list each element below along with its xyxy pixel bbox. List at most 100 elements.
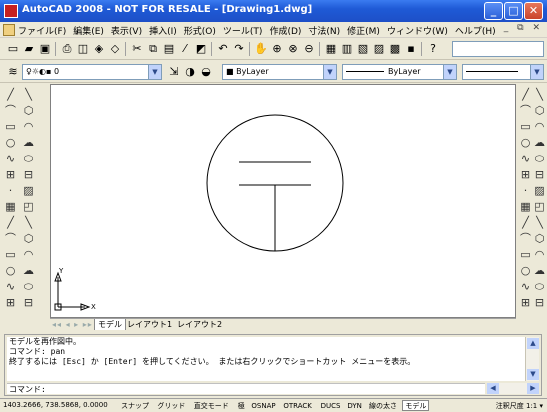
trim-icon[interactable]: ⬭ [533, 152, 546, 165]
erase-icon[interactable]: ╱ [519, 88, 532, 101]
trim-icon[interactable]: ⬭ [533, 280, 546, 293]
status-toggle[interactable]: DYN [344, 400, 365, 411]
plot-icon[interactable]: ⎙ [60, 42, 74, 56]
copy-clip-icon[interactable]: ⧉ [146, 42, 160, 56]
scale-icon[interactable]: ☁ [533, 264, 546, 277]
break-icon[interactable]: ⊟ [533, 168, 546, 181]
erase-icon[interactable]: ╱ [519, 216, 532, 229]
extend-icon[interactable]: ⊞ [519, 168, 532, 181]
ellipse-icon[interactable]: ☁ [22, 264, 35, 277]
chevron-down-icon[interactable]: ▼ [323, 65, 336, 79]
line-icon[interactable]: ╱ [4, 88, 17, 101]
chevron-down-icon[interactable]: ▼ [530, 65, 543, 79]
cut-icon[interactable]: ✂ [130, 42, 144, 56]
status-toggle[interactable]: グリッド [154, 400, 188, 411]
menu-item[interactable]: 表示(V) [111, 27, 142, 37]
annotation-scale[interactable]: 注釈尺度 1:1 ▾ [496, 401, 543, 411]
arc-icon[interactable]: ⬡ [22, 232, 35, 245]
scroll-down-icon[interactable]: ▼ [527, 369, 539, 380]
menu-item[interactable]: ウィンドウ(W) [387, 27, 448, 37]
markup-icon[interactable]: ▩ [388, 42, 402, 56]
close-button[interactable]: ✕ [524, 2, 543, 20]
make-block-icon[interactable]: ⬭ [22, 280, 35, 293]
chevron-down-icon[interactable]: ▼ [443, 65, 456, 79]
status-toggle[interactable]: スナップ [118, 400, 152, 411]
circle-icon[interactable]: ▭ [4, 248, 17, 261]
tab-model[interactable]: モデル [94, 319, 126, 330]
scroll-right-icon[interactable]: ▶ [527, 383, 539, 394]
rotate-icon[interactable]: ○ [519, 136, 532, 149]
polyline-icon[interactable]: ⌒ [4, 104, 17, 117]
scroll-up-icon[interactable]: ▲ [527, 338, 539, 349]
offset-icon[interactable]: ⬡ [533, 104, 546, 117]
pan-icon[interactable]: ✋ [254, 42, 268, 56]
status-toggle[interactable]: OTRACK [280, 400, 315, 411]
make-block-icon[interactable]: ⊟ [22, 168, 35, 181]
zoom-realtime-icon[interactable]: ⊕ [270, 42, 284, 56]
plot-preview-icon[interactable]: ◫ [76, 42, 90, 56]
save-icon[interactable]: ▣ [38, 42, 52, 56]
offset-icon[interactable]: ⬡ [533, 232, 546, 245]
workspace-combo[interactable] [452, 41, 544, 57]
make-current-layer-icon[interactable]: ⇲ [167, 65, 181, 79]
menu-item[interactable]: 寸法(N) [308, 27, 340, 37]
menu-item[interactable]: 作成(D) [269, 27, 301, 37]
hatch-icon[interactable]: ▨ [22, 184, 35, 197]
copy-icon[interactable]: ╲ [533, 88, 546, 101]
tab-layout1[interactable]: レイアウト1 [124, 319, 175, 330]
sheet-set-icon[interactable]: ▨ [372, 42, 386, 56]
revision-cloud-icon[interactable]: ☁ [22, 136, 35, 149]
scale-icon[interactable]: ☁ [533, 136, 546, 149]
maximize-button[interactable]: □ [504, 2, 523, 20]
polyline-icon[interactable]: ╱ [4, 216, 17, 229]
lineweight-combo[interactable]: ▼ [462, 64, 544, 80]
menu-item[interactable]: ヘルプ(H) [455, 27, 496, 37]
rectangle-icon[interactable]: ⌒ [4, 232, 17, 245]
status-toggle[interactable]: 極 [235, 400, 248, 411]
move-icon[interactable]: ◠ [533, 248, 546, 261]
open-icon[interactable]: ▰ [22, 42, 36, 56]
command-vertical-scrollbar[interactable]: ▲ ▼ [525, 337, 539, 381]
explode-icon[interactable]: ◰ [533, 200, 546, 213]
help-icon[interactable]: ? [426, 42, 440, 56]
paste-icon[interactable]: ▤ [162, 42, 176, 56]
coordinate-readout[interactable]: 1403.2666, 738.5868, 0.0000 [3, 401, 108, 409]
status-toggle[interactable]: 直交モード [191, 400, 232, 411]
move-icon[interactable]: ◠ [533, 120, 546, 133]
insert-block-icon[interactable]: ⊞ [4, 168, 17, 181]
menu-item[interactable]: 修正(M) [347, 27, 380, 37]
menu-item[interactable]: ファイル(F) [18, 27, 66, 37]
chevron-down-icon[interactable]: ▼ [148, 65, 161, 79]
hatch-icon[interactable]: ⊟ [22, 296, 35, 309]
menu-item[interactable]: 編集(E) [73, 27, 104, 37]
layer-previous-icon[interactable]: ◑ [183, 65, 197, 79]
stretch-icon[interactable]: ∿ [519, 152, 532, 165]
circle-icon[interactable]: ○ [4, 136, 17, 149]
fillet-icon[interactable]: ▦ [519, 200, 532, 213]
polygon-icon[interactable]: ╲ [22, 216, 35, 229]
arc-icon[interactable]: ◠ [22, 120, 35, 133]
stretch-icon[interactable]: ∿ [519, 280, 532, 293]
revision-cloud-icon[interactable]: ◠ [22, 248, 35, 261]
construction-line-icon[interactable]: ◰ [22, 200, 35, 213]
color-combo[interactable]: ■ ByLayer ▼ [222, 64, 337, 80]
title-bar[interactable]: AutoCAD 2008 - NOT FOR RESALE - [Drawing… [0, 0, 547, 22]
copy-icon[interactable]: ╲ [533, 216, 546, 229]
tab-navigation[interactable]: ◂◂ ◂ ▸ ▸▸ [52, 320, 93, 329]
construction-line-icon[interactable]: ╲ [22, 88, 35, 101]
status-toggle[interactable]: モデル [402, 400, 430, 411]
layer-states-icon[interactable]: ◒ [199, 65, 213, 79]
status-toggle[interactable]: OSNAP [248, 400, 278, 411]
spline-icon[interactable]: ○ [4, 264, 17, 277]
design-center-icon[interactable]: ▥ [340, 42, 354, 56]
line-icon[interactable]: ▦ [4, 200, 17, 213]
extend-icon[interactable]: ⊞ [519, 296, 532, 309]
publish-icon[interactable]: ◈ [92, 42, 106, 56]
menu-item[interactable]: ツール(T) [223, 27, 263, 37]
mirror-icon[interactable]: ⌒ [519, 232, 532, 245]
match-properties-icon[interactable]: ⁄ [178, 42, 192, 56]
mdi-controls[interactable]: _ ⧉ ✕ [504, 23, 543, 33]
chamfer-icon[interactable]: ▨ [533, 184, 546, 197]
tab-layout2[interactable]: レイアウト2 [174, 319, 225, 330]
redo-icon[interactable]: ↷ [232, 42, 246, 56]
